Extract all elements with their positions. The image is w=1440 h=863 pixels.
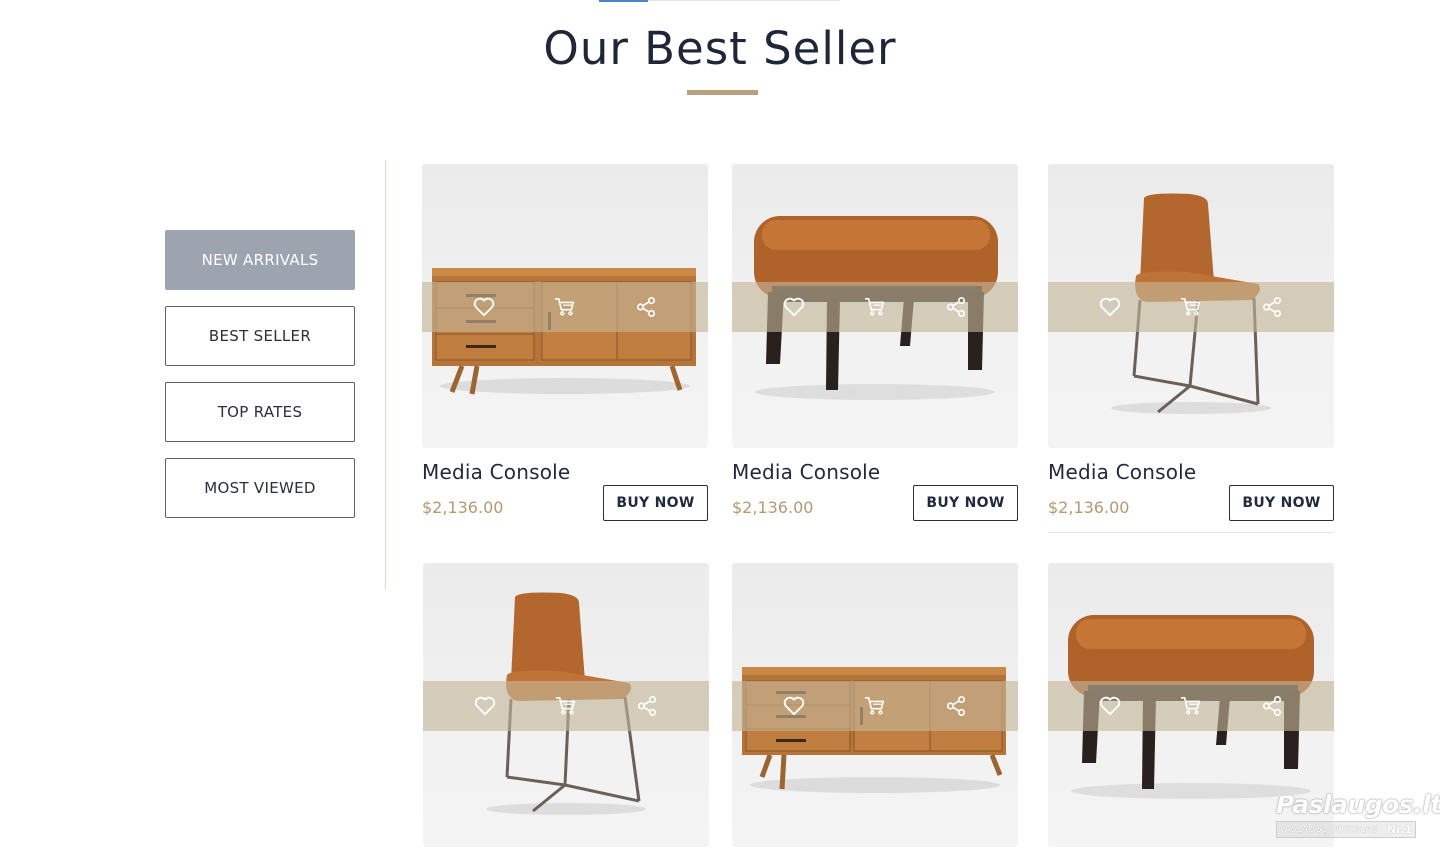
product-card: Media Console $2,136.00 BUY NOW xyxy=(732,164,1018,521)
product-image[interactable] xyxy=(732,164,1018,448)
top-tab-indicator xyxy=(599,0,840,2)
product-image[interactable] xyxy=(1048,164,1334,448)
product-name[interactable]: Media Console xyxy=(732,460,880,484)
heart-icon[interactable] xyxy=(1099,695,1121,717)
product-card: Media Console $2,136.00 BUY NOW xyxy=(422,164,708,521)
heart-icon[interactable] xyxy=(474,695,496,717)
sidebar-divider xyxy=(385,160,386,590)
product-actions xyxy=(732,282,1018,332)
product-image[interactable] xyxy=(732,563,1018,847)
product-name[interactable]: Media Console xyxy=(1048,460,1196,484)
product-actions xyxy=(423,681,709,731)
product-price: $2,136.00 xyxy=(422,498,504,517)
heart-icon[interactable] xyxy=(1099,296,1121,318)
title-underline xyxy=(687,90,758,95)
product-card: Media Console $2,136.00 BUY NOW xyxy=(1048,164,1334,533)
cart-icon[interactable] xyxy=(555,695,577,717)
cart-icon[interactable] xyxy=(864,296,886,318)
product-price: $2,136.00 xyxy=(732,498,814,517)
cart-icon[interactable] xyxy=(864,695,886,717)
filter-best-seller[interactable]: BEST SELLER xyxy=(165,306,355,366)
cart-icon[interactable] xyxy=(554,296,576,318)
category-sidebar: NEW ARRIVALS BEST SELLER TOP RATES MOST … xyxy=(165,230,355,534)
watermark-badge: Nr.1 xyxy=(1387,823,1412,836)
heart-icon[interactable] xyxy=(783,695,805,717)
product-name[interactable]: Media Console xyxy=(422,460,570,484)
card-divider xyxy=(1048,532,1334,533)
cart-icon[interactable] xyxy=(1180,296,1202,318)
product-card xyxy=(732,563,1018,847)
product-actions xyxy=(732,681,1018,731)
heart-icon[interactable] xyxy=(473,296,495,318)
share-icon[interactable] xyxy=(945,296,967,318)
active-indicator xyxy=(599,0,648,2)
section-title: Our Best Seller xyxy=(543,22,897,75)
product-actions xyxy=(1048,681,1334,731)
share-icon[interactable] xyxy=(945,695,967,717)
heart-icon[interactable] xyxy=(783,296,805,318)
product-card xyxy=(423,563,709,847)
cart-icon[interactable] xyxy=(1180,695,1202,717)
filter-new-arrivals[interactable]: NEW ARRIVALS xyxy=(165,230,355,290)
product-actions xyxy=(1048,282,1334,332)
buy-now-button[interactable]: BUY NOW xyxy=(603,485,708,521)
product-actions xyxy=(422,282,708,332)
buy-now-button[interactable]: BUY NOW xyxy=(913,485,1018,521)
product-image[interactable] xyxy=(1048,563,1334,847)
product-card xyxy=(1048,563,1334,847)
filter-most-viewed[interactable]: MOST VIEWED xyxy=(165,458,355,518)
share-icon[interactable] xyxy=(1261,296,1283,318)
share-icon[interactable] xyxy=(636,695,658,717)
buy-now-button[interactable]: BUY NOW xyxy=(1229,485,1334,521)
share-icon[interactable] xyxy=(1261,695,1283,717)
product-price: $2,136.00 xyxy=(1048,498,1130,517)
filter-top-rates[interactable]: TOP RATES xyxy=(165,382,355,442)
share-icon[interactable] xyxy=(635,296,657,318)
product-image[interactable] xyxy=(422,164,708,448)
product-image[interactable] xyxy=(423,563,709,847)
